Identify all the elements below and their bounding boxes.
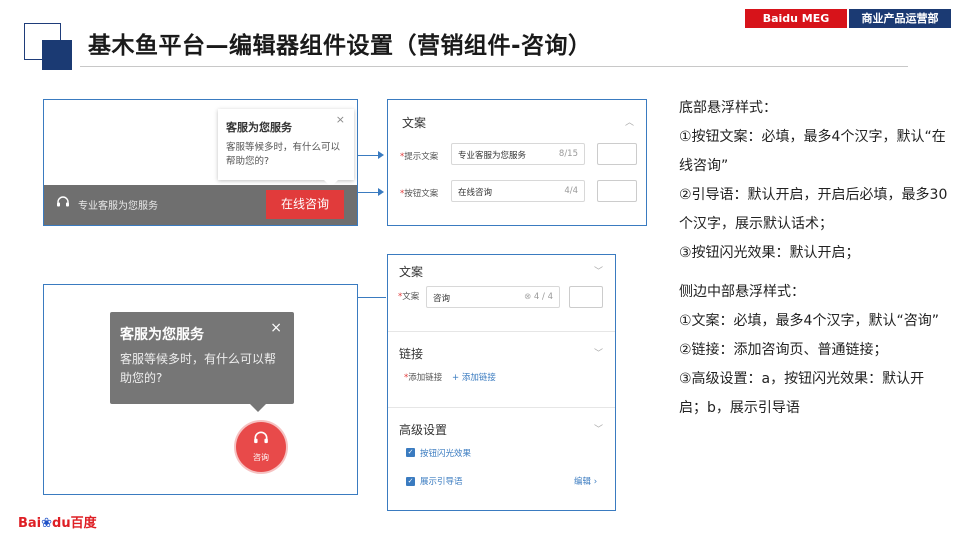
- round-button-label: 咨询: [253, 453, 269, 462]
- tag-baidu-meg: Baidu MEG: [745, 9, 847, 28]
- section-title-copy: 文案: [402, 116, 427, 130]
- headset-icon: [236, 430, 286, 450]
- paw-icon: ❀: [41, 516, 53, 531]
- flash-effect-checkbox[interactable]: ✓: [406, 448, 415, 457]
- logo-text-part: Bai: [18, 516, 42, 531]
- config-panel-side: 文案 ﹀ *文案 咨询 ⊗ 4 / 4 链接 ﹀ *添加链接 + 添加链接 高级…: [387, 254, 616, 511]
- color-swatch[interactable]: [597, 180, 637, 202]
- guide-tooltip: 客服为您服务 客服等候多时，有什么可以帮助您的? ×: [218, 109, 354, 187]
- logo-text-part: 百度: [70, 516, 97, 531]
- tag-department: 商业产品运营部: [849, 9, 951, 28]
- notes-gap: [679, 268, 949, 278]
- show-guide-label: 展示引导语: [420, 477, 463, 487]
- online-consult-button[interactable]: 在线咨询: [266, 190, 344, 219]
- button-copy-input[interactable]: 在线咨询 4/4: [451, 180, 585, 202]
- note-side-line2: ②链接：添加咨询页、普通链接；: [679, 342, 888, 358]
- note-bottom-line1: ①按钮文案：必填，最多4个汉字，默认“在线咨询”: [679, 129, 946, 174]
- notes-panel: 底部悬浮样式： ①按钮文案：必填，最多4个汉字，默认“在线咨询” ②引导语：默认…: [679, 94, 949, 423]
- edit-guide-link[interactable]: 编辑 ›: [574, 475, 597, 487]
- title-divider: [80, 66, 908, 67]
- bar-text: 专业客服为您服务: [78, 201, 158, 212]
- section-title-advanced: 高级设置: [399, 423, 448, 437]
- chevron-up-icon[interactable]: ︿: [625, 115, 634, 128]
- arrow-head: [378, 151, 384, 159]
- note-side-title: 侧边中部悬浮样式：: [679, 284, 805, 300]
- logo-text-part: du: [52, 516, 71, 531]
- page-title: 基木鱼平台—编辑器组件设置（营销组件-咨询）: [88, 33, 592, 59]
- section-divider: [388, 407, 615, 408]
- section-divider: [388, 331, 615, 332]
- note-bottom-title: 底部悬浮样式：: [679, 100, 777, 116]
- hint-copy-input[interactable]: 专业客服为您服务 8/15: [451, 143, 585, 165]
- show-guide-checkbox[interactable]: ✓: [406, 477, 415, 486]
- section-title-link: 链接: [399, 347, 424, 361]
- clear-icon[interactable]: ⊗: [524, 292, 531, 302]
- color-swatch[interactable]: [569, 286, 603, 308]
- chevron-down-icon[interactable]: ﹀: [594, 422, 603, 435]
- color-swatch[interactable]: [597, 143, 637, 165]
- input-value: 咨询: [433, 294, 451, 304]
- note-bottom-line3: ③按钮闪光效果：默认开启；: [679, 245, 860, 261]
- char-count: 4/4: [564, 186, 578, 196]
- note-side-line3: ③高级设置：a，按钮闪光效果：默认开启；b，展示引导语: [679, 371, 925, 416]
- bottom-float-preview: 客服为您服务 客服等候多时，有什么可以帮助您的? × 专业客服为您服务 在线咨询: [43, 99, 358, 226]
- flash-effect-label: 按钮闪光效果: [420, 449, 472, 459]
- tooltip-title: 客服为您服务: [120, 327, 204, 343]
- char-count: 8/15: [558, 149, 578, 159]
- tooltip-text: 客服等候多时，有什么可以帮助您的?: [120, 352, 277, 385]
- baidu-logo: Bai❀du百度: [18, 512, 97, 531]
- row-label-hint: *提示文案: [400, 152, 439, 162]
- char-count: ⊗ 4 / 4: [524, 292, 553, 302]
- decor-square-solid: [42, 40, 72, 70]
- section-title-copy: 文案: [399, 265, 424, 279]
- tooltip-text: 客服等候多时，有什么可以帮助您的?: [226, 142, 341, 167]
- guide-tooltip: 客服为您服务 客服等候多时，有什么可以帮助您的? ×: [110, 312, 294, 412]
- row-label-button: *按钮文案: [400, 189, 439, 199]
- side-float-preview: 客服为您服务 客服等候多时，有什么可以帮助您的? × 咨询: [43, 284, 358, 495]
- tooltip-title: 客服为您服务: [226, 121, 292, 134]
- consult-round-button[interactable]: 咨询: [236, 422, 286, 472]
- note-side-line1: ①文案：必填，最多4个汉字，默认“咨询”: [679, 313, 939, 329]
- bottom-float-bar: 专业客服为您服务 在线咨询: [44, 185, 357, 225]
- chevron-down-icon[interactable]: ﹀: [594, 264, 603, 277]
- note-bottom-line2: ②引导语：默认开启，开启后必填，最多30个汉字，展示默认话术；: [679, 187, 948, 232]
- close-icon[interactable]: ×: [336, 113, 345, 126]
- arrow-connector: [358, 155, 380, 156]
- add-link-button[interactable]: + 添加链接: [452, 371, 496, 383]
- row-label-copy: *文案: [398, 292, 420, 302]
- input-value: 在线咨询: [458, 188, 493, 198]
- arrow-connector: [358, 297, 386, 298]
- config-panel-bottom: 文案 ︿ *提示文案 专业客服为您服务 8/15 *按钮文案 在线咨询 4/4: [387, 99, 647, 226]
- arrow-connector: [358, 192, 380, 193]
- row-label-add-link: *添加链接: [404, 373, 443, 383]
- close-icon[interactable]: ×: [270, 320, 282, 336]
- copy-input[interactable]: 咨询 ⊗ 4 / 4: [426, 286, 560, 308]
- headset-icon: [56, 195, 72, 211]
- input-value: 专业客服为您服务: [458, 151, 527, 161]
- arrow-head: [378, 188, 384, 196]
- chevron-down-icon[interactable]: ﹀: [594, 346, 603, 359]
